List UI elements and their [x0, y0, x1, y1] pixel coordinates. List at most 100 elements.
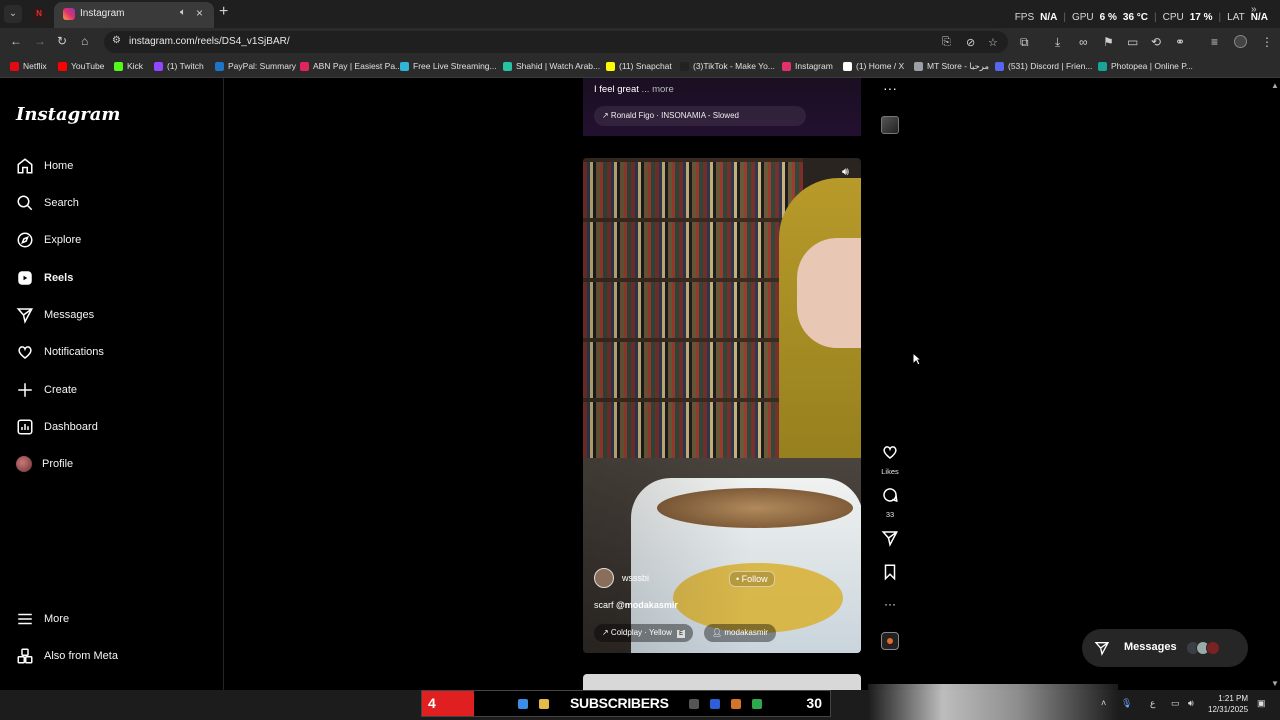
notification-center-icon[interactable]: ▣ — [1257, 698, 1266, 709]
reading-list-icon[interactable]: ≡ — [1211, 35, 1218, 49]
scroll-up-icon[interactable]: ▲ — [1271, 81, 1279, 90]
pinned-tab-icon[interactable]: N — [32, 7, 46, 21]
more-menu-button[interactable]: More — [16, 605, 69, 633]
url-text[interactable]: instagram.com/reels/DS4_v1SjBAR/ — [129, 36, 290, 47]
taskbar-app-icon[interactable] — [731, 699, 741, 709]
wallet-icon[interactable]: ▭ — [1127, 35, 1138, 49]
bookmark-item[interactable]: ABN Pay | Easiest Pa... — [300, 61, 402, 71]
browser-menu-icon[interactable]: ⋮ — [1261, 35, 1273, 49]
sidebar-item-explore[interactable]: Explore — [16, 226, 81, 254]
follow-button[interactable]: • Follow — [729, 571, 775, 587]
bookmark-item[interactable]: Shahid | Watch Arab... — [503, 61, 600, 71]
bookmark-star-icon[interactable]: ☆ — [988, 36, 998, 49]
direct-message-icon — [16, 308, 33, 324]
comment-button[interactable]: 33 — [880, 486, 900, 519]
sidebar-item-messages[interactable]: Messages — [16, 301, 94, 329]
browser-profile-avatar[interactable] — [1234, 35, 1247, 48]
sidebar-item-create[interactable]: Create — [16, 376, 77, 404]
next-reel-preview[interactable] — [583, 674, 861, 690]
previous-reel-music[interactable]: ↗ Ronald Figo · INSONAMIA - Slowed — [594, 106, 806, 126]
bookmark-item[interactable]: (11) Snapchat — [606, 61, 672, 71]
page-scrollbar[interactable] — [1268, 82, 1280, 690]
bookmarks-overflow-icon[interactable]: » — [1251, 4, 1257, 15]
mute-toggle-icon[interactable]: 🔊︎ — [842, 166, 849, 179]
caption-mention-link[interactable]: @modakasmir — [616, 600, 678, 610]
tab-audio-icon[interactable]: 🔈︎ — [180, 7, 186, 18]
extensions-icon[interactable]: ⧉ — [1020, 35, 1029, 50]
taskbar-app-icon[interactable] — [689, 699, 699, 709]
sidebar-item-profile[interactable]: Profile — [16, 450, 73, 478]
link-icon[interactable]: ⚭ — [1175, 35, 1185, 49]
bookmark-item[interactable]: MT Store - مرحبا — [914, 61, 989, 72]
reel-music-pill[interactable]: ↗ Coldplay · Yellow E — [594, 624, 694, 642]
windows-start-icon[interactable] — [518, 699, 528, 709]
like-button[interactable]: Likes — [880, 443, 900, 476]
bookmark-item[interactable]: Kick — [114, 61, 143, 71]
bookmark-item[interactable]: (1) Home / X — [843, 61, 904, 71]
back-icon[interactable]: ← — [10, 34, 22, 48]
home-icon[interactable]: ⌂ — [81, 34, 88, 48]
taskbar-app-icon[interactable] — [710, 699, 720, 709]
taskbar-clock[interactable]: 1:21 PM 12/31/2025 — [1208, 693, 1248, 715]
reels-icon — [18, 271, 32, 285]
forward-icon[interactable]: → — [34, 34, 46, 48]
sidebar-item-reels[interactable]: Reels — [16, 264, 73, 292]
caption-more-link[interactable]: ... more — [642, 84, 674, 95]
bookmark-item[interactable]: (1) Twitch — [154, 61, 204, 71]
also-from-meta-button[interactable]: Also from Meta — [16, 642, 118, 670]
author-username[interactable]: wsssbi — [622, 573, 649, 583]
scroll-down-icon[interactable]: ▼ — [1271, 679, 1279, 688]
sidebar-item-notifications[interactable]: Notifications — [16, 338, 104, 366]
tagged-user-pill[interactable]: 👤︎ modakasmir — [704, 624, 776, 642]
translate-icon[interactable]: ⚑ — [1103, 35, 1114, 49]
history-icon[interactable]: ⟲ — [1151, 35, 1161, 49]
xbox-icon[interactable] — [752, 699, 762, 709]
sidebar-item-home[interactable]: Home — [16, 152, 73, 180]
save-button[interactable] — [880, 563, 900, 586]
instagram-logo[interactable]: Instagram — [16, 104, 120, 125]
bookmark-item[interactable]: Instagram — [782, 61, 833, 71]
messages-floating-button[interactable]: Messages — [1082, 629, 1248, 667]
network-icon[interactable]: ▭ — [1171, 698, 1180, 709]
bookmark-item[interactable]: (3)TikTok - Make Yo... — [680, 61, 775, 71]
bookmark-item[interactable]: (531) Discord | Frien... — [995, 61, 1092, 71]
microphone-icon[interactable]: 🎙︎ — [1121, 698, 1132, 709]
language-icon[interactable]: ع — [1150, 698, 1155, 709]
fps-value: N/A — [1040, 12, 1058, 23]
tab-instagram[interactable]: Instagram 🔈︎ × — [54, 2, 214, 28]
bookmark-item[interactable]: Photopea | Online P... — [1098, 61, 1193, 71]
bookmark-item[interactable]: Netflix — [10, 61, 47, 71]
downloads-icon[interactable]: ⤓ — [1055, 35, 1060, 50]
tab-search-button[interactable]: ⌄ — [4, 5, 22, 23]
previous-reel-audio-thumbnail[interactable] — [881, 116, 899, 134]
tab-close-icon[interactable]: × — [196, 6, 203, 20]
new-tab-button[interactable]: + — [219, 3, 228, 21]
site-info-icon[interactable]: ⚙ — [112, 35, 121, 46]
reel-options-icon[interactable]: ··· — [880, 597, 900, 611]
sidebar-item-search[interactable]: Search — [16, 189, 79, 217]
install-app-icon[interactable]: ⎘ — [942, 36, 951, 49]
extension-glasses-icon[interactable]: ∞ — [1079, 35, 1088, 49]
url-bar[interactable]: ⚙ instagram.com/reels/DS4_v1SjBAR/ ⎘ ⊘ ☆ — [104, 31, 1008, 53]
reel-author[interactable]: wsssbi — [594, 568, 649, 588]
hamburger-menu-icon — [18, 613, 32, 625]
bookmark-item[interactable]: Free Live Streaming... — [400, 61, 497, 71]
mouse-cursor-icon — [912, 352, 922, 366]
clock-date: 12/31/2025 — [1208, 705, 1249, 714]
share-button[interactable] — [880, 529, 900, 552]
volume-icon[interactable]: 🔊︎ — [1188, 698, 1194, 709]
previous-reel-options-icon[interactable]: ··· — [883, 80, 897, 96]
file-explorer-icon[interactable] — [539, 699, 549, 709]
bookmark-item[interactable]: YouTube — [58, 61, 104, 71]
bookmark-item[interactable]: PayPal: Summary — [215, 61, 296, 71]
previous-reel-caption[interactable]: I feel great ... more — [594, 84, 674, 95]
explicit-icon: E — [677, 630, 686, 638]
tracking-protection-icon[interactable]: ⊘ — [966, 36, 975, 49]
author-avatar[interactable] — [594, 568, 614, 588]
tray-overflow-icon[interactable]: ˄ — [1101, 698, 1106, 708]
bookmark-favicon-icon — [914, 62, 923, 71]
reload-icon[interactable]: ↻ — [57, 34, 67, 48]
tagged-username: modakasmir — [724, 628, 768, 637]
sidebar-item-dashboard[interactable]: Dashboard — [16, 413, 98, 441]
original-audio-thumbnail[interactable] — [881, 632, 899, 650]
